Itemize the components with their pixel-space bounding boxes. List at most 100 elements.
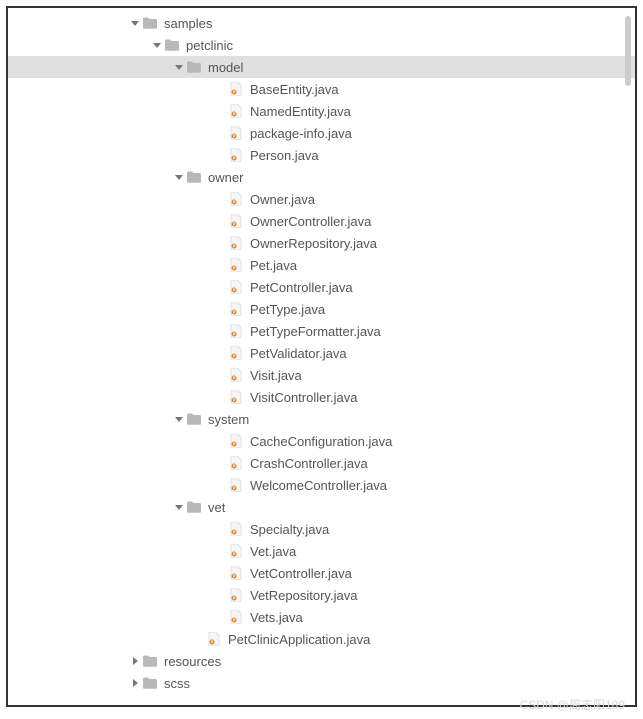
tree-item-label: resources xyxy=(164,654,221,669)
tree-item-vet-controller[interactable]: VetController.java xyxy=(8,562,635,584)
tree-item-label: vet xyxy=(208,500,225,515)
java-file-icon xyxy=(228,125,244,141)
java-file-icon xyxy=(228,191,244,207)
tree-item-label: Person.java xyxy=(250,148,319,163)
folder-icon xyxy=(186,411,202,427)
java-file-icon xyxy=(228,81,244,97)
tree-item-label: VisitController.java xyxy=(250,390,357,405)
java-file-icon xyxy=(228,455,244,471)
java-file-icon xyxy=(228,521,244,537)
tree-item-label: BaseEntity.java xyxy=(250,82,339,97)
tree-item-label: PetClinicApplication.java xyxy=(228,632,370,647)
tree-item-label: NamedEntity.java xyxy=(250,104,351,119)
folder-icon xyxy=(164,37,180,53)
tree-item-owner-controller[interactable]: OwnerController.java xyxy=(8,210,635,232)
folder-icon xyxy=(142,15,158,31)
java-file-icon xyxy=(228,257,244,273)
folder-icon xyxy=(186,169,202,185)
java-file-icon xyxy=(228,103,244,119)
java-file-icon xyxy=(206,631,222,647)
java-file-icon xyxy=(228,213,244,229)
java-file-icon xyxy=(228,279,244,295)
tree-item-package-info[interactable]: package-info.java xyxy=(8,122,635,144)
tree-item-label: PetTypeFormatter.java xyxy=(250,324,381,339)
java-file-icon xyxy=(228,565,244,581)
tree-item-label: PetType.java xyxy=(250,302,325,317)
tree-item-owner[interactable]: owner xyxy=(8,166,635,188)
tree-item-petclinic[interactable]: petclinic xyxy=(8,34,635,56)
java-file-icon xyxy=(228,147,244,163)
tree-item-owner-file[interactable]: Owner.java xyxy=(8,188,635,210)
java-file-icon xyxy=(228,433,244,449)
tree-item-label: owner xyxy=(208,170,243,185)
java-file-icon xyxy=(228,367,244,383)
tree-item-vet-repository[interactable]: VetRepository.java xyxy=(8,584,635,606)
chevron-down-icon[interactable] xyxy=(172,412,186,426)
tree-item-specialty[interactable]: Specialty.java xyxy=(8,518,635,540)
tree-item-pet-controller[interactable]: PetController.java xyxy=(8,276,635,298)
tree-item-pet-type[interactable]: PetType.java xyxy=(8,298,635,320)
tree-item-resources[interactable]: resources xyxy=(8,650,635,672)
tree-item-label: system xyxy=(208,412,249,427)
java-file-icon xyxy=(228,543,244,559)
java-file-icon xyxy=(228,323,244,339)
tree-item-label: OwnerController.java xyxy=(250,214,371,229)
tree-item-base-entity[interactable]: BaseEntity.java xyxy=(8,78,635,100)
tree-item-samples[interactable]: samples xyxy=(8,12,635,34)
scrollbar-track xyxy=(625,16,631,697)
tree-item-label: Vets.java xyxy=(250,610,303,625)
tree-item-label: PetValidator.java xyxy=(250,346,347,361)
tree-item-label: Pet.java xyxy=(250,258,297,273)
chevron-down-icon[interactable] xyxy=(150,38,164,52)
scrollbar-thumb[interactable] xyxy=(625,16,631,86)
tree-item-label: model xyxy=(208,60,243,75)
tree-item-welcome-controller[interactable]: WelcomeController.java xyxy=(8,474,635,496)
tree-item-named-entity[interactable]: NamedEntity.java xyxy=(8,100,635,122)
tree-item-pet-clinic-application[interactable]: PetClinicApplication.java xyxy=(8,628,635,650)
java-file-icon xyxy=(228,389,244,405)
tree-item-label: OwnerRepository.java xyxy=(250,236,377,251)
tree-item-model[interactable]: model xyxy=(8,56,635,78)
chevron-down-icon[interactable] xyxy=(128,16,142,30)
tree-item-label: CrashController.java xyxy=(250,456,368,471)
tree-item-label: VetRepository.java xyxy=(250,588,357,603)
tree-item-vet-file[interactable]: Vet.java xyxy=(8,540,635,562)
java-file-icon xyxy=(228,301,244,317)
tree-item-system[interactable]: system xyxy=(8,408,635,430)
tree-item-crash-controller[interactable]: CrashController.java xyxy=(8,452,635,474)
folder-icon xyxy=(186,499,202,515)
java-file-icon xyxy=(228,235,244,251)
java-file-icon xyxy=(228,587,244,603)
tree-item-label: Visit.java xyxy=(250,368,302,383)
java-file-icon xyxy=(228,345,244,361)
tree-item-vet[interactable]: vet xyxy=(8,496,635,518)
tree-item-label: WelcomeController.java xyxy=(250,478,387,493)
tree-item-pet-validator[interactable]: PetValidator.java xyxy=(8,342,635,364)
file-tree[interactable]: samples petclinic model BaseEntity.java Name… xyxy=(8,8,635,705)
tree-item-label: VetController.java xyxy=(250,566,352,581)
tree-item-vets[interactable]: Vets.java xyxy=(8,606,635,628)
tree-item-person[interactable]: Person.java xyxy=(8,144,635,166)
tree-item-label: PetController.java xyxy=(250,280,353,295)
chevron-down-icon[interactable] xyxy=(172,60,186,74)
tree-item-visit-controller[interactable]: VisitController.java xyxy=(8,386,635,408)
tree-item-pet[interactable]: Pet.java xyxy=(8,254,635,276)
folder-icon xyxy=(142,653,158,669)
tree-item-label: CacheConfiguration.java xyxy=(250,434,392,449)
tree-item-scss[interactable]: scss xyxy=(8,672,635,694)
tree-item-label: Owner.java xyxy=(250,192,315,207)
chevron-right-icon[interactable] xyxy=(128,654,142,668)
tree-item-pet-type-formatter[interactable]: PetTypeFormatter.java xyxy=(8,320,635,342)
tree-item-cache-configuration[interactable]: CacheConfiguration.java xyxy=(8,430,635,452)
chevron-right-icon[interactable] xyxy=(128,676,142,690)
chevron-down-icon[interactable] xyxy=(172,170,186,184)
folder-icon xyxy=(186,59,202,75)
tree-item-visit[interactable]: Visit.java xyxy=(8,364,635,386)
java-file-icon xyxy=(228,477,244,493)
tree-item-label: package-info.java xyxy=(250,126,352,141)
chevron-down-icon[interactable] xyxy=(172,500,186,514)
tree-item-label: Specialty.java xyxy=(250,522,329,537)
java-file-icon xyxy=(228,609,244,625)
tree-item-label: petclinic xyxy=(186,38,233,53)
tree-item-owner-repository[interactable]: OwnerRepository.java xyxy=(8,232,635,254)
